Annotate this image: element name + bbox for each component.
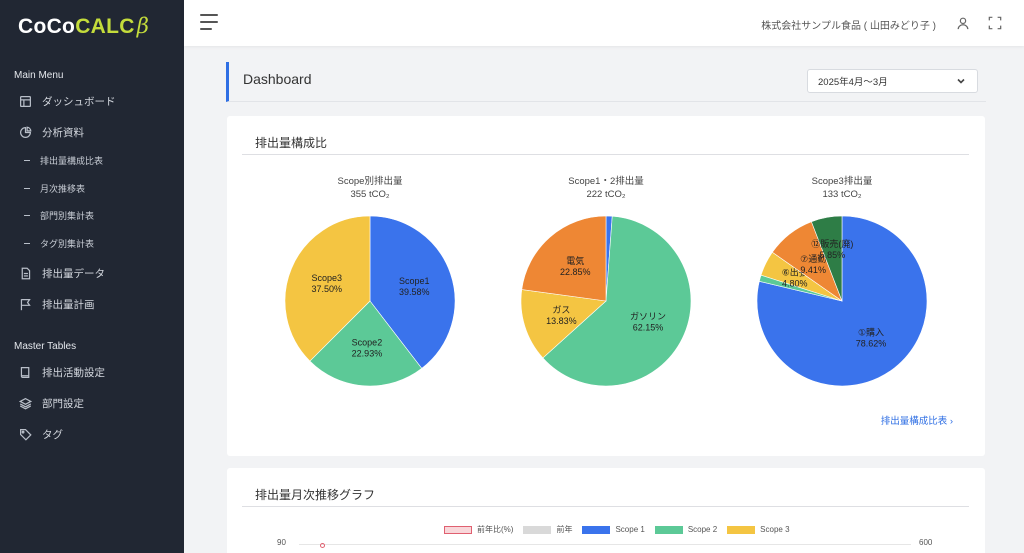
pie-1-value-2: 13.83% [546,316,577,326]
legend-swatch-4[interactable] [727,525,756,534]
pie-0-value-2: 37.50% [312,284,343,294]
legend-label-0[interactable]: 前年比(%) [477,524,513,535]
pie-0-label-0: Scope1 [399,276,430,286]
pie-chart-scope12: ガソリン62.15% ガス13.83% 電気22.85% [520,215,692,387]
sidebar-subitem-tag[interactable]: タグ別集計表 [24,235,94,251]
chart-legend: 前年比(%) 前年 Scope 1 Scope 2 Scope 3 [434,524,790,535]
pie-1-label-3: 電気 [566,255,584,266]
period-select[interactable]: 2025年4月〜3月 [807,69,978,93]
layers-icon [18,396,32,410]
pie-2-value-0: 78.62% [856,339,887,349]
pie-2-value-4: 5.85% [820,250,846,260]
grid-line [299,544,911,545]
sidebar-item-dashboard[interactable]: ダッシュボード [18,91,116,111]
legend-label-1[interactable]: 前年 [556,524,572,535]
pie-2-value-3: 9.41% [800,265,826,275]
app-logo[interactable]: CoCoCALCβ [18,14,149,39]
yoy-ratio-point [320,543,325,548]
book-icon [18,365,32,379]
pie-1-value-1: 62.15% [633,323,664,333]
sidebar-item-tag[interactable]: タグ [18,424,63,444]
sidebar-subitem-composition[interactable]: 排出量構成比表 [24,152,103,168]
legend-swatch-2[interactable] [582,525,611,534]
sidebar: CoCoCALCβ Main Menu ダッシュボード 分析資料 排出量構成比表… [0,0,184,553]
sidebar-item-emission-plan[interactable]: 排出量計画 [18,294,95,314]
pie-1-title: Scope別排出量 355 tCO₂ [337,176,403,200]
sidebar-item-emission-data[interactable]: 排出量データ [18,263,105,283]
pie-chart-scope: Scope139.58% Scope222.93% Scope337.50% [284,215,456,387]
pie-2-value-2: 4.80% [782,279,808,289]
monthly-card-title: 排出量月次推移グラフ [255,488,376,502]
sidebar-item-label: 排出量データ [42,267,105,280]
composition-table-link[interactable]: 排出量構成比表 › [881,413,953,427]
sidebar-item-label: ダッシュボード [42,95,116,108]
sidebar-item-activity-settings[interactable]: 排出活動設定 [18,362,105,382]
tag-icon [18,427,32,441]
pie-1-slice-3[interactable] [521,215,607,302]
y-axis-right-max: 600 [919,538,933,547]
period-select-value: 2025年4月〜3月 [818,77,888,88]
fullscreen-icon[interactable] [988,16,1002,30]
composition-card: 排出量構成比 Scope別排出量 355 tCO₂ Scope1・2排出量 222 … [227,116,985,456]
legend-label-3[interactable]: Scope 2 [688,525,717,534]
legend-swatch-0[interactable] [444,525,472,534]
sidebar-item-label: 排出活動設定 [42,366,105,379]
main-menu-heading: Main Menu [14,70,64,81]
pie-1-value-3: 22.85% [560,267,591,277]
pie-3-title: Scope3排出量 133 tCO₂ [811,176,873,200]
sidebar-item-label: 部門設定 [42,397,84,410]
pie-2-label-0: ①購入 [858,327,884,338]
sidebar-item-label: 分析資料 [42,126,84,139]
y-axis-left-max: 90 [277,538,286,547]
page-title: Dashboard [243,71,312,87]
pie-1-label-1: ガソリン [630,312,666,322]
user-icon[interactable] [956,16,970,30]
sidebar-subitem-monthly[interactable]: 月次推移表 [24,180,85,196]
sidebar-item-analysis[interactable]: 分析資料 [18,122,84,142]
legend-swatch-3[interactable] [654,525,683,534]
pie-2-label-4: ⑫販売(廃) [811,238,853,249]
layout-icon [18,94,32,108]
master-tables-heading: Master Tables [14,341,77,352]
legend-label-4[interactable]: Scope 3 [760,525,789,534]
pie-2-title: Scope1・2排出量 222 tCO₂ [568,176,644,200]
top-bar: 株式会社サンプル食品 ( 山田みどり子 ) [184,0,1024,46]
sidebar-item-department-settings[interactable]: 部門設定 [18,393,84,413]
pie-0-label-1: Scope2 [352,338,383,348]
legend-swatch-1[interactable] [523,525,552,534]
file-icon [18,266,32,280]
composition-card-title: 排出量構成比 [255,136,328,150]
pie-chart-icon [18,125,32,139]
pie-1-label-2: ガス [552,305,570,315]
flag-icon [18,297,32,311]
sidebar-subitem-department[interactable]: 部門別集計表 [24,207,94,223]
chevron-down-icon [955,75,967,87]
main-content: Dashboard 2025年4月〜3月 排出量構成比 Scope別排出量 355… [184,46,1024,553]
pie-0-label-2: Scope3 [312,273,343,283]
monthly-card: 排出量月次推移グラフ 前年比(%) 前年 Scope 1 Scope 2 Scope 3… [227,468,985,553]
sidebar-item-label: 排出量計画 [42,298,95,311]
sidebar-item-label: タグ [42,428,63,441]
pie-chart-scope3: ①購入78.62%⑥出張4.80%⑦通勤9.41%⑫販売(廃)5.85% [756,215,928,387]
legend-label-2[interactable]: Scope 1 [615,525,644,534]
pie-0-value-1: 22.93% [352,349,383,359]
hamburger-menu-icon[interactable] [200,14,218,30]
pie-0-value-0: 39.58% [399,287,430,297]
company-user-label: 株式会社サンプル食品 ( 山田みどり子 ) [761,21,936,32]
